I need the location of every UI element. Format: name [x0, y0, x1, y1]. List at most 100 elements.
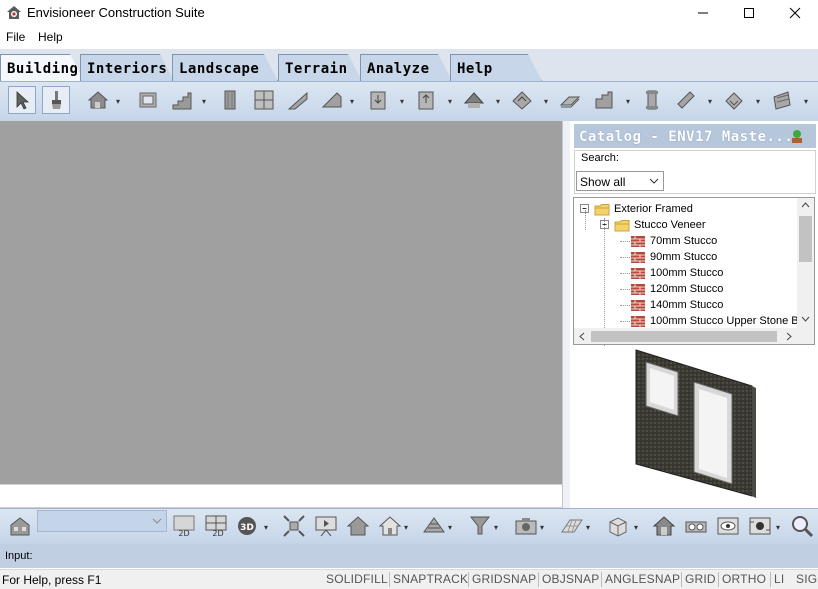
status-objsnap[interactable]: OBJSNAP — [542, 572, 599, 586]
catalog-filter-select[interactable]: Show all — [576, 171, 664, 191]
roof-slope-dropdown[interactable]: ▾ — [350, 97, 356, 106]
view-3d-button[interactable]: 3D — [234, 512, 262, 540]
display-options-dropdown[interactable]: ▾ — [776, 523, 782, 532]
tab-landscape[interactable]: Landscape — [172, 54, 278, 81]
stairs-tool-button[interactable] — [168, 86, 196, 114]
tree-item-node[interactable]: 100mm Stucco — [620, 265, 723, 281]
roof-tool-dropdown[interactable]: ▾ — [496, 97, 502, 106]
display-view-button[interactable] — [714, 512, 742, 540]
column-tool-button[interactable] — [216, 86, 244, 114]
beam-tool-button[interactable] — [672, 86, 700, 114]
house-outline-dropdown[interactable]: ▾ — [404, 523, 410, 532]
fit-view-button[interactable] — [280, 512, 308, 540]
tree-item-node[interactable]: 70mm Stucco — [620, 233, 717, 249]
floor-tool-button[interactable] — [556, 86, 584, 114]
layers-tool-button[interactable] — [768, 86, 796, 114]
menu-file[interactable]: File — [6, 30, 25, 44]
tree-item-node[interactable]: 140mm Stucco — [620, 297, 723, 313]
exterior-view-button[interactable] — [650, 512, 678, 540]
beam-tool-dropdown[interactable]: ▾ — [708, 97, 714, 106]
maximize-button[interactable] — [726, 0, 772, 26]
tab-analyze[interactable]: Analyze — [360, 54, 452, 81]
layers-tool-dropdown[interactable]: ▾ — [804, 97, 810, 106]
command-line[interactable] — [0, 484, 562, 508]
box-view-dropdown[interactable]: ▾ — [634, 523, 640, 532]
drawing-canvas[interactable] — [0, 121, 562, 484]
status-grid[interactable]: GRID — [685, 572, 716, 586]
scroll-right-icon[interactable] — [786, 332, 792, 341]
plan-2d-grid-button[interactable]: 2D — [202, 512, 230, 540]
tree-item-node[interactable]: 90mm Stucco — [620, 249, 717, 265]
filter-view-dropdown[interactable]: ▾ — [494, 523, 500, 532]
dormer-tool-dropdown[interactable]: ▾ — [544, 97, 550, 106]
tree-item-node[interactable]: 120mm Stucco — [620, 281, 723, 297]
status-sig[interactable]: SIG — [796, 572, 817, 586]
scroll-left-icon[interactable] — [579, 332, 585, 341]
status-ortho[interactable]: ORTHO — [722, 572, 766, 586]
roof-tool-button[interactable] — [460, 86, 488, 114]
walkthrough-button[interactable] — [682, 512, 710, 540]
catalog-plant-icon[interactable] — [790, 128, 804, 144]
select-tool-button[interactable] — [8, 86, 36, 114]
dormer-tool-button[interactable] — [508, 86, 536, 114]
framing-tool-button[interactable] — [590, 86, 618, 114]
window-tool-button[interactable] — [134, 86, 162, 114]
tab-help[interactable]: Help — [450, 54, 542, 81]
camera-dropdown[interactable]: ▾ — [540, 523, 546, 532]
tab-terrain[interactable]: Terrain — [278, 54, 362, 81]
building-view-button[interactable] — [6, 512, 34, 540]
grid-plane-dropdown[interactable]: ▾ — [586, 523, 592, 532]
status-li[interactable]: LI — [774, 572, 784, 586]
view-3d-dropdown[interactable]: ▾ — [264, 523, 270, 532]
tree-folder-node[interactable]: Exterior Framed — [580, 201, 693, 217]
tree-horizontal-scrollbar[interactable] — [574, 328, 797, 344]
presentation-button[interactable] — [312, 512, 340, 540]
status-solidfill[interactable]: SOLIDFILL — [326, 572, 388, 586]
tree-scroll-thumb[interactable] — [799, 216, 812, 262]
status-anglesnap[interactable]: ANGLESNAP — [605, 572, 680, 586]
close-button[interactable] — [772, 0, 818, 26]
joist-tool-button[interactable] — [720, 86, 748, 114]
door-tool-dropdown[interactable]: ▾ — [400, 97, 406, 106]
tree-hscroll-thumb[interactable] — [591, 331, 777, 342]
status-snaptrack[interactable]: SNAPTRACK — [393, 572, 468, 586]
catalog-tree[interactable]: Exterior Framed Stucco Veneer 70mm Stucco 9… — [573, 197, 815, 346]
stairs-tool-dropdown[interactable]: ▾ — [202, 97, 208, 106]
tree-item-node[interactable]: 100mm Stucco Upper Stone B — [620, 313, 799, 329]
view-select[interactable] — [37, 510, 167, 532]
status-gridsnap[interactable]: GRIDSNAP — [472, 572, 536, 586]
house-view-button[interactable] — [344, 512, 372, 540]
tree-vertical-scrollbar[interactable] — [797, 198, 814, 328]
scroll-down-icon[interactable] — [801, 316, 810, 322]
wall-tool-button[interactable] — [84, 86, 112, 114]
zoom-button[interactable] — [788, 512, 816, 540]
display-options-button[interactable] — [746, 512, 774, 540]
framing-tool-dropdown[interactable]: ▾ — [626, 97, 632, 106]
minimize-button[interactable] — [680, 0, 726, 26]
grid-plane-button[interactable] — [558, 512, 586, 540]
filter-view-button[interactable] — [466, 512, 494, 540]
house-outline-button[interactable] — [376, 512, 404, 540]
scroll-up-icon[interactable] — [801, 202, 810, 208]
paint-tool-button[interactable] — [42, 86, 70, 114]
post-tool-button[interactable] — [638, 86, 666, 114]
skylight-tool-dropdown[interactable]: ▾ — [448, 97, 454, 106]
roof-view-button[interactable] — [420, 512, 448, 540]
skylight-tool-button[interactable] — [412, 86, 440, 114]
tab-building[interactable]: Building — [0, 54, 84, 81]
collapse-icon[interactable] — [600, 220, 610, 230]
ramp-tool-button[interactable] — [284, 86, 312, 114]
box-view-button[interactable] — [604, 512, 632, 540]
roof-view-dropdown[interactable]: ▾ — [448, 523, 454, 532]
wall-tool-dropdown[interactable]: ▾ — [116, 97, 122, 106]
roof-slope-tool-button[interactable] — [318, 86, 346, 114]
door-tool-button[interactable] — [364, 86, 392, 114]
tab-interiors[interactable]: Interiors — [80, 54, 174, 81]
camera-button[interactable] — [512, 512, 540, 540]
plan-2d-button[interactable]: 2D — [170, 512, 198, 540]
maximize-icon — [744, 8, 754, 18]
joist-tool-dropdown[interactable]: ▾ — [756, 97, 762, 106]
menu-help[interactable]: Help — [38, 30, 63, 44]
tree-folder-node[interactable]: Stucco Veneer — [600, 217, 706, 233]
grid-tool-button[interactable] — [250, 86, 278, 114]
